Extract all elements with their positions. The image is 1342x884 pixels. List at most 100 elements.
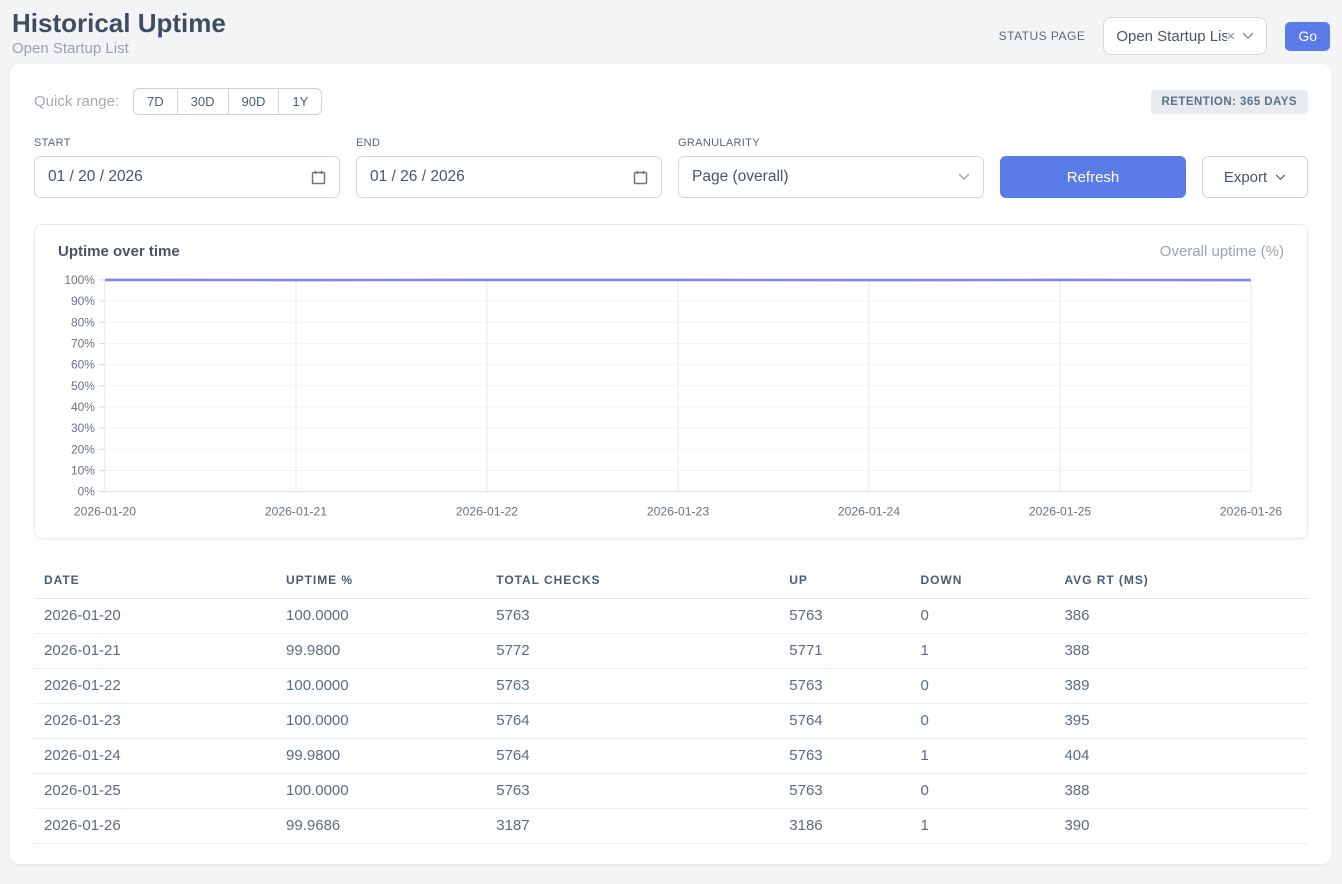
table-cell: 395 [1054, 703, 1308, 738]
quick-range-group-wrap: Quick range: 7D30D90D1Y [34, 88, 322, 115]
table-cell: 404 [1054, 738, 1308, 773]
end-date-value: 01 / 26 / 2026 [370, 168, 465, 186]
svg-text:10%: 10% [71, 463, 95, 477]
table-header-row: DATEUPTIME %TOTAL CHECKSUPDOWNAVG RT (MS… [34, 563, 1308, 599]
table-cell: 1 [910, 738, 1054, 773]
table-cell: 3187 [486, 808, 779, 843]
table-column-header: AVG RT (MS) [1054, 563, 1308, 599]
table-cell: 5763 [779, 668, 910, 703]
table-cell: 5763 [779, 738, 910, 773]
svg-text:90%: 90% [71, 294, 95, 308]
table-cell: 0 [910, 773, 1054, 808]
table-cell: 2026-01-23 [34, 703, 276, 738]
status-page-controls: STATUS PAGE Open Startup List × Go [999, 17, 1330, 55]
quick-range-button-90d[interactable]: 90D [228, 88, 280, 115]
granularity-value: Page (overall) [692, 168, 789, 186]
page-subtitle: Open Startup List [12, 40, 226, 57]
svg-text:20%: 20% [71, 442, 95, 456]
table-cell: 388 [1054, 633, 1308, 668]
status-page-select[interactable]: Open Startup List × [1103, 17, 1267, 55]
table-row: 2026-01-23100.0000576457640395 [34, 703, 1308, 738]
table-cell: 100.0000 [276, 773, 486, 808]
table-cell: 3186 [779, 808, 910, 843]
table-cell: 2026-01-25 [34, 773, 276, 808]
table-column-header: TOTAL CHECKS [486, 563, 779, 599]
svg-text:2026-01-22: 2026-01-22 [456, 505, 518, 519]
page-heading: Historical Uptime Open Startup List [12, 8, 226, 57]
table-cell: 2026-01-22 [34, 668, 276, 703]
table-cell: 389 [1054, 668, 1308, 703]
table-cell: 100.0000 [276, 703, 486, 738]
table-cell: 0 [910, 668, 1054, 703]
svg-text:2026-01-23: 2026-01-23 [647, 505, 709, 519]
quick-range-label: Quick range: [34, 93, 119, 110]
chevron-down-icon [1242, 32, 1254, 40]
go-button[interactable]: Go [1285, 22, 1330, 51]
granularity-select[interactable]: Page (overall) [678, 156, 984, 198]
uptime-table: DATEUPTIME %TOTAL CHECKSUPDOWNAVG RT (MS… [34, 563, 1308, 844]
table-cell: 5763 [486, 668, 779, 703]
refresh-button[interactable]: Refresh [1000, 156, 1186, 198]
svg-text:40%: 40% [71, 400, 95, 414]
table-cell: 5764 [779, 703, 910, 738]
table-cell: 388 [1054, 773, 1308, 808]
table-row: 2026-01-2499.9800576457631404 [34, 738, 1308, 773]
svg-text:70%: 70% [71, 336, 95, 350]
main-panel: Quick range: 7D30D90D1Y RETENTION: 365 D… [10, 64, 1332, 864]
uptime-table-body: 2026-01-20100.00005763576303862026-01-21… [34, 598, 1308, 843]
table-cell: 386 [1054, 598, 1308, 633]
quick-range-button-group: 7D30D90D1Y [133, 88, 322, 115]
retention-badge: RETENTION: 365 DAYS [1151, 90, 1309, 114]
table-cell: 5763 [779, 598, 910, 633]
start-date-value: 01 / 20 / 2026 [48, 168, 143, 186]
chevron-down-icon [1275, 174, 1286, 181]
svg-text:2026-01-21: 2026-01-21 [265, 505, 327, 519]
svg-text:2026-01-20: 2026-01-20 [74, 505, 136, 519]
start-date-input[interactable]: 01 / 20 / 2026 [34, 156, 340, 198]
table-column-header: UPTIME % [276, 563, 486, 599]
filter-fields-row: START 01 / 20 / 2026 END 01 / 26 / 2026 … [34, 137, 1308, 198]
table-row: 2026-01-25100.0000576357630388 [34, 773, 1308, 808]
close-icon[interactable]: × [1227, 28, 1236, 45]
table-cell: 2026-01-20 [34, 598, 276, 633]
table-cell: 2026-01-24 [34, 738, 276, 773]
end-date-input[interactable]: 01 / 26 / 2026 [356, 156, 662, 198]
table-cell: 100.0000 [276, 598, 486, 633]
chart-title: Uptime over time [58, 243, 180, 260]
table-row: 2026-01-20100.0000576357630386 [34, 598, 1308, 633]
svg-text:30%: 30% [71, 421, 95, 435]
chevron-down-icon [958, 173, 970, 181]
svg-text:50%: 50% [71, 379, 95, 393]
page-title: Historical Uptime [12, 8, 226, 39]
table-cell: 99.9800 [276, 738, 486, 773]
table-cell: 5763 [779, 773, 910, 808]
start-date-label: START [34, 137, 340, 149]
calendar-icon[interactable] [311, 170, 326, 185]
table-cell: 5771 [779, 633, 910, 668]
export-button[interactable]: Export [1202, 156, 1308, 198]
start-date-field-wrap: START 01 / 20 / 2026 [34, 137, 340, 198]
table-cell: 99.9686 [276, 808, 486, 843]
table-row: 2026-01-2699.9686318731861390 [34, 808, 1308, 843]
svg-text:100%: 100% [64, 273, 95, 287]
table-column-header: DATE [34, 563, 276, 599]
top-bar: Historical Uptime Open Startup List STAT… [0, 0, 1342, 64]
uptime-chart: 0%10%20%30%40%50%60%70%80%90%100%2026-01… [57, 268, 1285, 528]
svg-text:60%: 60% [71, 358, 95, 372]
chart-header: Uptime over time Overall uptime (%) [57, 243, 1285, 260]
quick-range-button-7d[interactable]: 7D [133, 88, 178, 115]
table-column-header: UP [779, 563, 910, 599]
calendar-icon[interactable] [633, 170, 648, 185]
table-cell: 5772 [486, 633, 779, 668]
quick-range-button-1y[interactable]: 1Y [278, 88, 322, 115]
table-cell: 5764 [486, 738, 779, 773]
table-cell: 100.0000 [276, 668, 486, 703]
uptime-chart-card: Uptime over time Overall uptime (%) 0%10… [34, 224, 1308, 539]
table-cell: 5764 [486, 703, 779, 738]
table-cell: 2026-01-26 [34, 808, 276, 843]
svg-text:2026-01-26: 2026-01-26 [1220, 505, 1282, 519]
quick-range-button-30d[interactable]: 30D [177, 88, 229, 115]
uptime-table-head: DATEUPTIME %TOTAL CHECKSUPDOWNAVG RT (MS… [34, 563, 1308, 599]
status-page-value: Open Startup List [1116, 28, 1226, 45]
status-page-label: STATUS PAGE [999, 29, 1086, 43]
